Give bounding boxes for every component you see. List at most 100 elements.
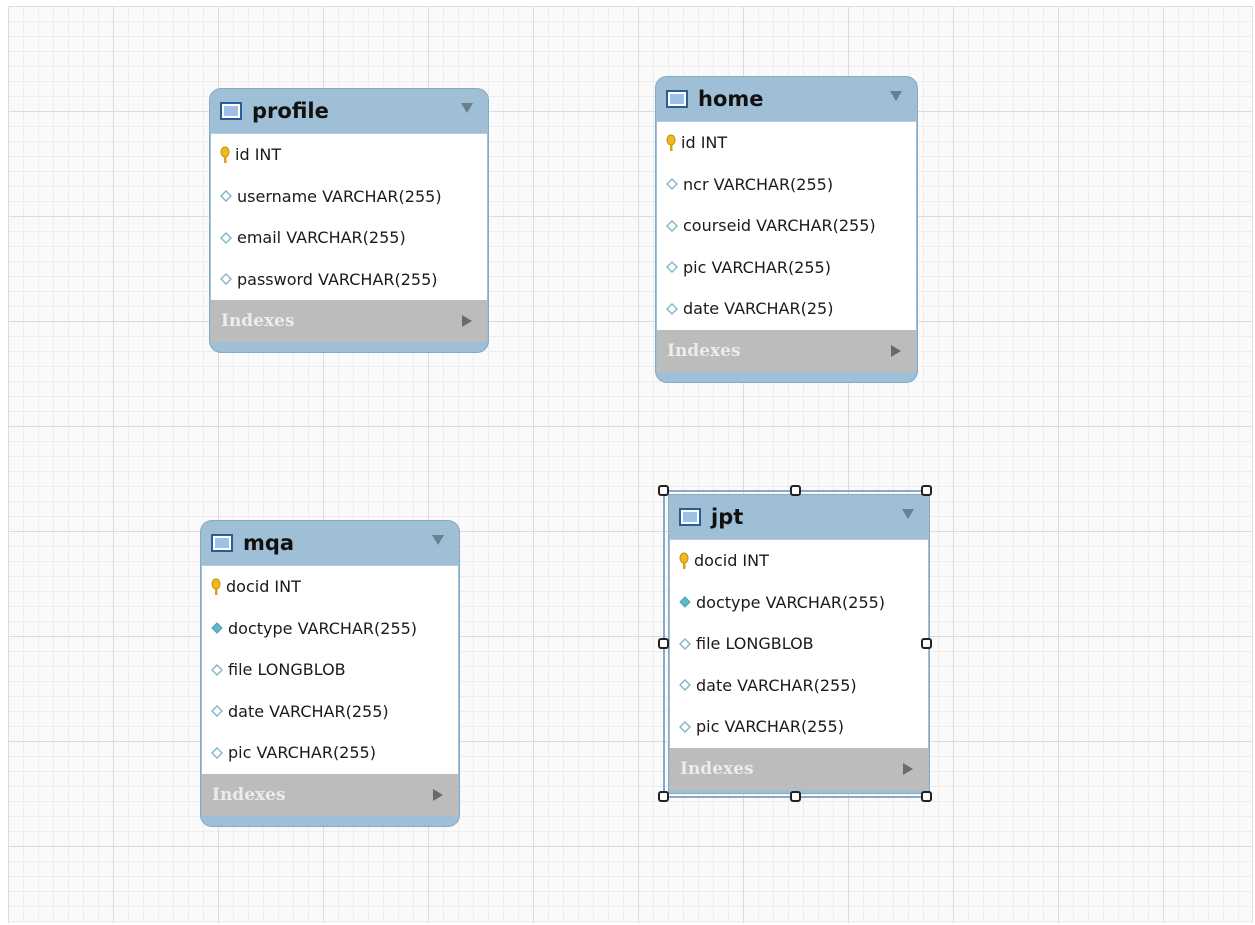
- diagram-canvas[interactable]: profile id INT username VARCHAR(255) ema…: [8, 6, 1253, 923]
- table-header[interactable]: jpt: [669, 495, 929, 539]
- table-header[interactable]: profile: [210, 89, 488, 133]
- column-label: password VARCHAR(255): [237, 269, 438, 289]
- hollow-diamond-icon: [679, 679, 691, 692]
- table-title: mqa: [243, 531, 295, 555]
- column-row[interactable]: email VARCHAR(255): [211, 217, 487, 259]
- key-icon: [211, 578, 221, 595]
- chevron-down-icon[interactable]: [460, 102, 474, 114]
- column-row[interactable]: id INT: [657, 122, 916, 164]
- column-label: pic VARCHAR(255): [696, 717, 844, 737]
- chevron-down-icon[interactable]: [889, 90, 903, 102]
- hollow-diamond-icon: [211, 746, 223, 759]
- column-row[interactable]: date VARCHAR(255): [202, 691, 458, 733]
- column-label: id INT: [681, 133, 728, 153]
- resize-handle-middle-left[interactable]: [658, 638, 669, 649]
- indexes-label: Indexes: [680, 758, 754, 779]
- chevron-down-icon[interactable]: [901, 508, 915, 520]
- hollow-diamond-icon: [211, 705, 223, 718]
- column-row[interactable]: password VARCHAR(255): [211, 259, 487, 301]
- resize-handle-top-left[interactable]: [658, 485, 669, 496]
- column-label: doctype VARCHAR(255): [228, 618, 418, 638]
- table-title: jpt: [711, 505, 744, 529]
- column-row[interactable]: id INT: [211, 134, 487, 176]
- resize-handle-bottom-left[interactable]: [658, 791, 669, 802]
- column-list: docid INT doctype VARCHAR(255) file LONG…: [670, 539, 928, 748]
- column-row[interactable]: date VARCHAR(255): [670, 665, 928, 707]
- table-mqa[interactable]: mqa docid INT doctype VARCHAR(255) file …: [200, 520, 460, 827]
- indexes-section[interactable]: Indexes: [211, 300, 487, 342]
- table-icon: [679, 508, 701, 526]
- resize-handle-bottom-center[interactable]: [790, 791, 801, 802]
- key-icon: [666, 134, 676, 151]
- column-row[interactable]: doctype VARCHAR(255): [670, 582, 928, 624]
- filled-diamond-icon: [679, 596, 691, 608]
- table-icon: [666, 90, 688, 108]
- column-label: file LONGBLOB: [696, 634, 814, 654]
- hollow-diamond-icon: [666, 261, 678, 274]
- column-label: doctype VARCHAR(255): [696, 592, 886, 612]
- key-icon: [220, 146, 230, 163]
- column-label: pic VARCHAR(255): [683, 257, 831, 277]
- column-label: email VARCHAR(255): [237, 228, 406, 248]
- resize-handle-bottom-right[interactable]: [921, 791, 932, 802]
- column-row[interactable]: file LONGBLOB: [202, 649, 458, 691]
- column-row[interactable]: date VARCHAR(25): [657, 288, 916, 330]
- table-header[interactable]: mqa: [201, 521, 459, 565]
- resize-handle-middle-right[interactable]: [921, 638, 932, 649]
- column-list: id INT ncr VARCHAR(255) courseid VARCHAR…: [657, 121, 916, 330]
- table-header[interactable]: home: [656, 77, 917, 121]
- indexes-section[interactable]: Indexes: [657, 329, 916, 372]
- hollow-diamond-icon: [220, 273, 232, 286]
- column-label: courseid VARCHAR(255): [683, 216, 876, 236]
- hollow-diamond-icon: [666, 178, 678, 191]
- table-jpt[interactable]: jpt docid INT doctype VARCHAR(255) file …: [668, 494, 930, 794]
- column-label: date VARCHAR(255): [696, 675, 857, 695]
- column-label: docid INT: [226, 577, 301, 597]
- column-row[interactable]: pic VARCHAR(255): [657, 247, 916, 289]
- play-arrow-icon[interactable]: [461, 314, 473, 328]
- filled-diamond-icon: [211, 622, 223, 634]
- table-profile[interactable]: profile id INT username VARCHAR(255) ema…: [209, 88, 489, 353]
- play-arrow-icon[interactable]: [432, 788, 444, 802]
- column-row[interactable]: docid INT: [202, 566, 458, 608]
- column-list: id INT username VARCHAR(255) email VARCH…: [211, 133, 487, 300]
- key-icon: [679, 552, 689, 569]
- play-arrow-icon[interactable]: [890, 344, 902, 358]
- table-icon: [211, 534, 233, 552]
- resize-handle-top-center[interactable]: [790, 485, 801, 496]
- indexes-label: Indexes: [221, 311, 295, 331]
- column-label: date VARCHAR(25): [683, 299, 834, 319]
- hollow-diamond-icon: [679, 720, 691, 733]
- resize-handle-top-right[interactable]: [921, 485, 932, 496]
- chevron-down-icon[interactable]: [431, 534, 445, 546]
- hollow-diamond-icon: [220, 231, 232, 244]
- table-title: profile: [252, 99, 329, 123]
- column-row[interactable]: file LONGBLOB: [670, 623, 928, 665]
- hollow-diamond-icon: [679, 637, 691, 650]
- column-row[interactable]: username VARCHAR(255): [211, 176, 487, 218]
- column-label: pic VARCHAR(255): [228, 743, 376, 763]
- hollow-diamond-icon: [220, 190, 232, 203]
- column-label: date VARCHAR(255): [228, 701, 389, 721]
- play-arrow-icon[interactable]: [902, 762, 914, 776]
- column-row[interactable]: pic VARCHAR(255): [670, 706, 928, 748]
- hollow-diamond-icon: [666, 302, 678, 315]
- column-label: username VARCHAR(255): [237, 186, 442, 206]
- column-row[interactable]: courseid VARCHAR(255): [657, 205, 916, 247]
- column-row[interactable]: pic VARCHAR(255): [202, 732, 458, 774]
- column-label: ncr VARCHAR(255): [683, 174, 834, 194]
- indexes-label: Indexes: [667, 340, 741, 361]
- table-home[interactable]: home id INT ncr VARCHAR(255) courseid VA…: [655, 76, 918, 383]
- column-list: docid INT doctype VARCHAR(255) file LONG…: [202, 565, 458, 774]
- column-label: docid INT: [694, 551, 769, 571]
- column-label: file LONGBLOB: [228, 660, 346, 680]
- indexes-section[interactable]: Indexes: [670, 747, 928, 790]
- hollow-diamond-icon: [211, 663, 223, 676]
- column-row[interactable]: docid INT: [670, 540, 928, 582]
- table-title: home: [698, 87, 764, 111]
- hollow-diamond-icon: [666, 219, 678, 232]
- column-row[interactable]: doctype VARCHAR(255): [202, 608, 458, 650]
- table-icon: [220, 102, 242, 120]
- column-row[interactable]: ncr VARCHAR(255): [657, 164, 916, 206]
- indexes-section[interactable]: Indexes: [202, 773, 458, 816]
